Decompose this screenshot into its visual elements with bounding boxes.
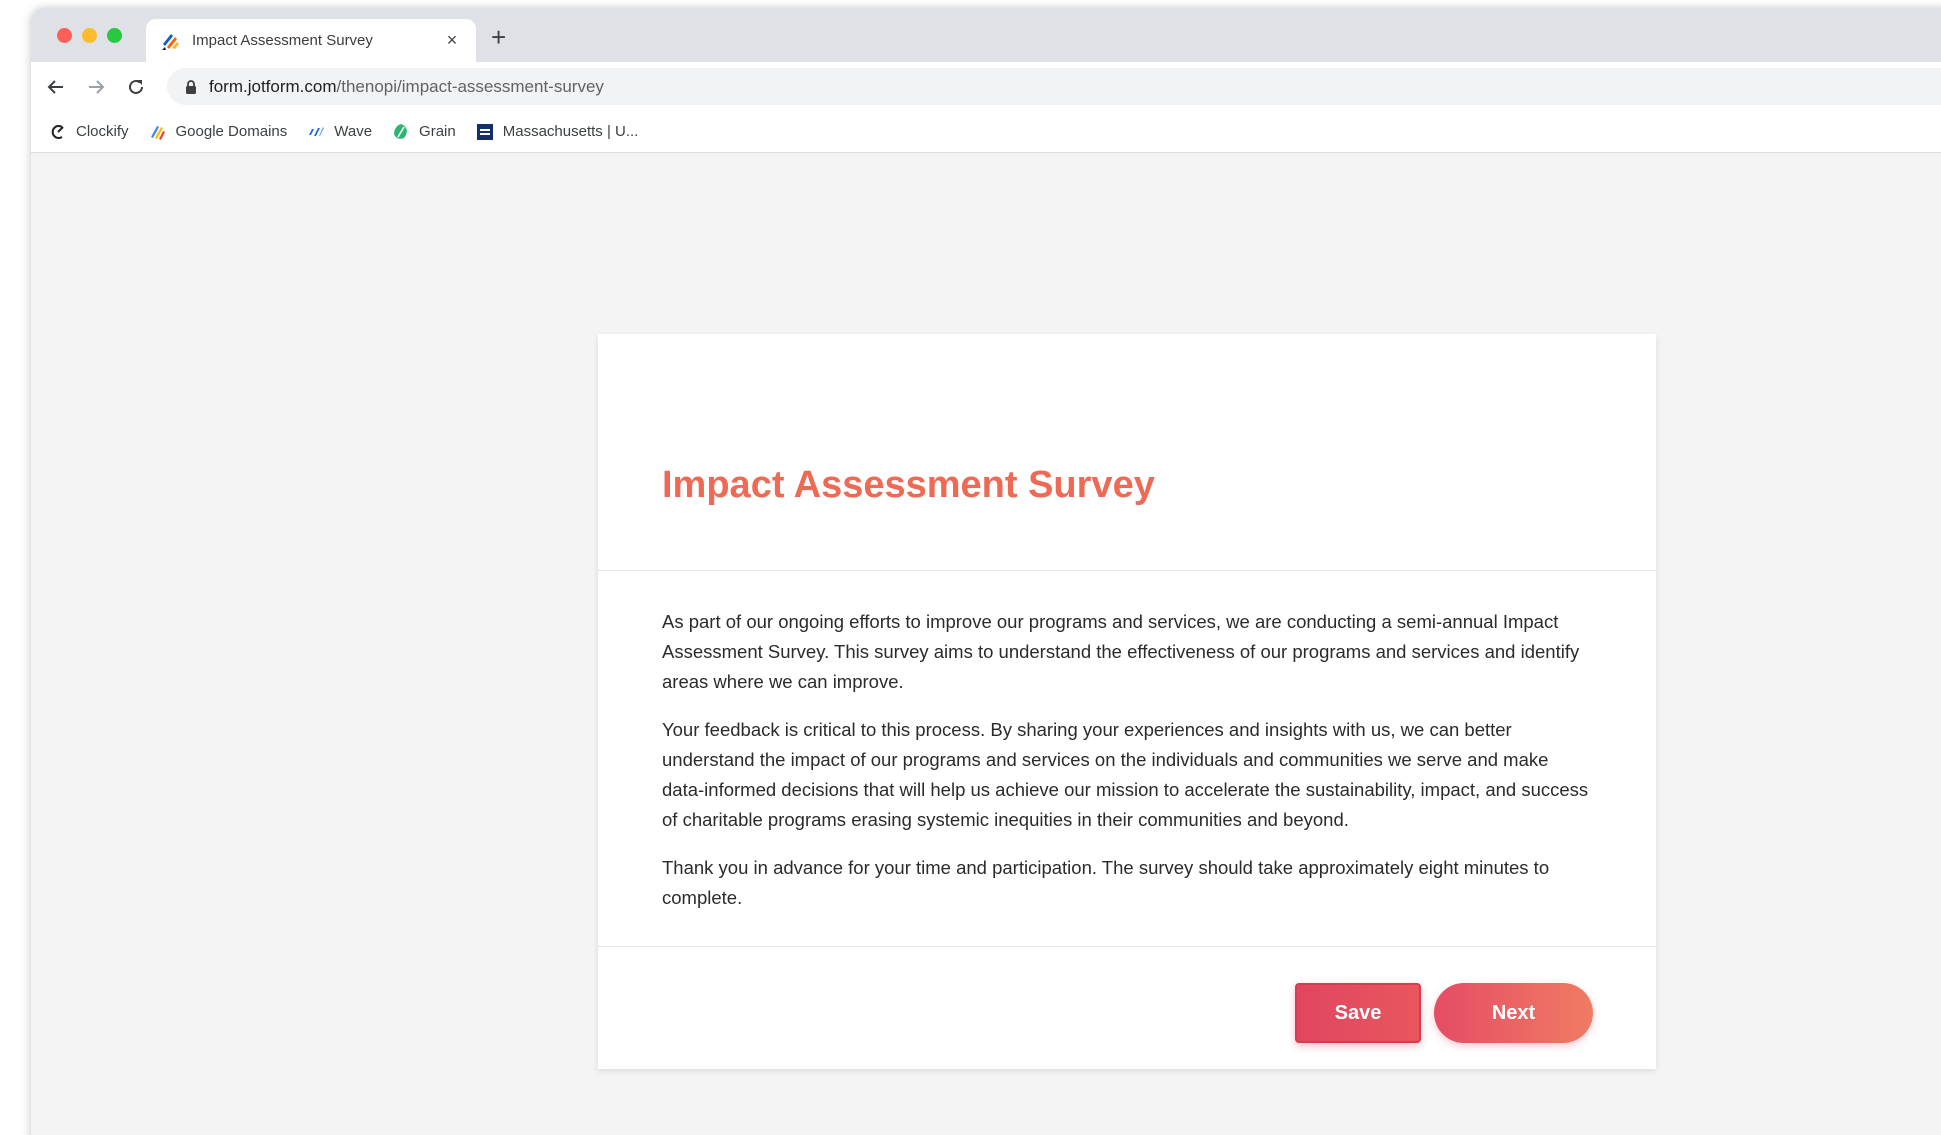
bookmark-label: Grain — [419, 123, 456, 140]
minimize-window-button[interactable] — [82, 28, 97, 43]
browser-toolbar: form.jotform.com/thenopi/impact-assessme… — [31, 62, 1941, 111]
description-paragraph: Thank you in advance for your time and p… — [662, 857, 1550, 908]
grain-icon — [392, 123, 410, 141]
tab-strip: Impact Assessment Survey × + — [31, 8, 1941, 62]
back-arrow-icon[interactable] — [41, 72, 71, 102]
maximize-window-button[interactable] — [107, 28, 122, 43]
close-window-button[interactable] — [57, 28, 72, 43]
jotform-favicon-icon — [160, 30, 182, 52]
bookmarks-bar: Clockify Google Domains Wave Grain Massa… — [31, 111, 1941, 153]
form-description: As part of our ongoing efforts to improv… — [598, 571, 1656, 947]
bookmark-clockify[interactable]: Clockify — [49, 123, 129, 141]
reload-icon[interactable] — [121, 72, 151, 102]
massachusetts-icon — [476, 123, 494, 141]
url-path: /thenopi/impact-assessment-survey — [336, 76, 604, 96]
description-paragraph: Your feedback is critical to this proces… — [662, 719, 1589, 830]
address-bar[interactable]: form.jotform.com/thenopi/impact-assessme… — [167, 68, 1941, 105]
new-tab-button[interactable]: + — [491, 24, 506, 50]
tab-title: Impact Assessment Survey — [192, 32, 373, 49]
bookmark-google-domains[interactable]: Google Domains — [149, 123, 288, 141]
lock-icon[interactable] — [185, 79, 197, 94]
bookmark-label: Google Domains — [175, 123, 288, 140]
bookmark-grain[interactable]: Grain — [392, 123, 456, 141]
form-footer: Save Next — [598, 947, 1656, 1068]
bookmark-label: Clockify — [76, 123, 129, 140]
survey-form-card: Impact Assessment Survey As part of our … — [598, 334, 1656, 1069]
url-host: form.jotform.com — [209, 76, 337, 96]
tab-close-icon[interactable]: × — [442, 30, 462, 51]
tab-impact-assessment-survey[interactable]: Impact Assessment Survey × — [146, 19, 476, 62]
bookmark-massachusetts[interactable]: Massachusetts | U... — [476, 123, 639, 141]
google-domains-icon — [149, 123, 167, 141]
form-title: Impact Assessment Survey — [662, 464, 1155, 506]
bookmark-wave[interactable]: Wave — [307, 123, 372, 141]
wave-icon — [307, 123, 325, 141]
description-paragraph: As part of our ongoing efforts to improv… — [662, 611, 1580, 692]
bookmark-label: Wave — [334, 123, 373, 140]
save-button[interactable]: Save — [1295, 983, 1421, 1043]
next-button[interactable]: Next — [1434, 983, 1593, 1043]
bookmark-label: Massachusetts | U... — [502, 123, 639, 140]
forward-arrow-icon[interactable] — [81, 72, 111, 102]
clockify-icon — [49, 123, 67, 141]
form-header: Impact Assessment Survey — [598, 334, 1656, 571]
